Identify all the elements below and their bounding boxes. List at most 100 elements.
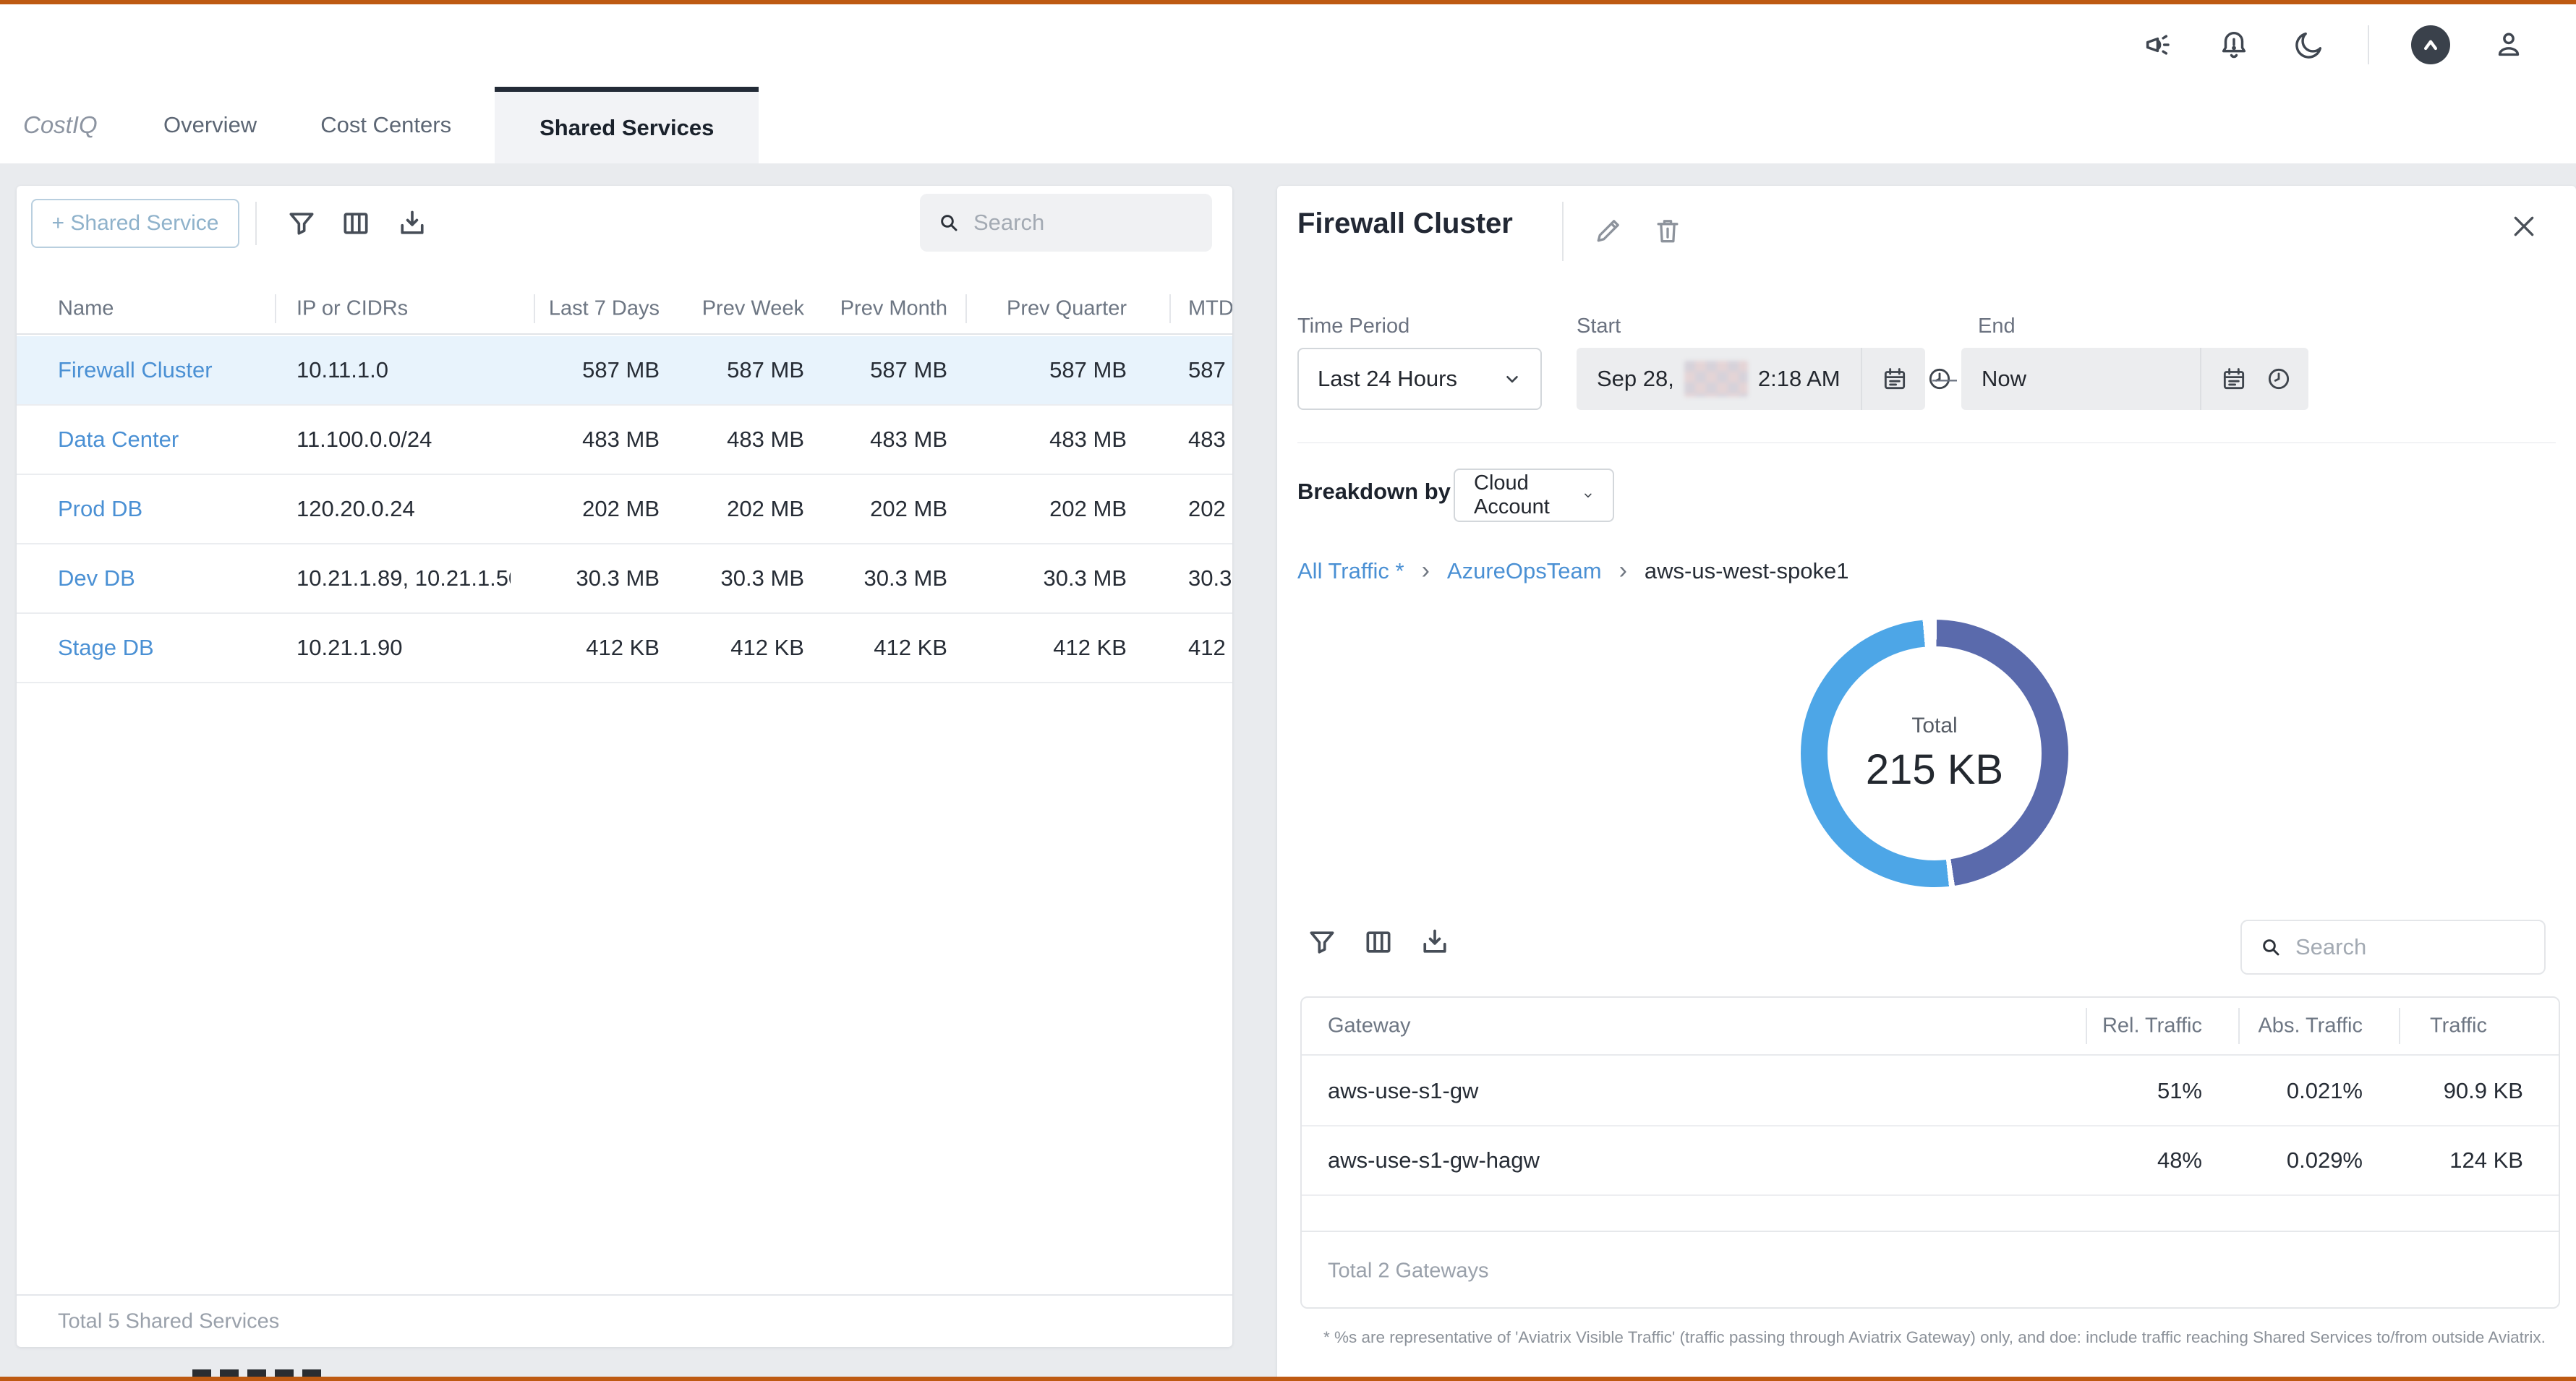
end-datetime-input[interactable]: Now [1961,348,2308,410]
download-icon[interactable] [1419,926,1451,958]
shared-service-link[interactable]: Stage DB [58,635,154,661]
column-header-mtd[interactable]: MTD [1188,297,1232,321]
column-header-prev-quarter[interactable]: Prev Quarter [982,297,1127,321]
prev-month-cell: 30.3 MB [803,565,947,591]
columns-icon[interactable] [1362,926,1394,958]
prev-quarter-cell: 483 MB [982,427,1127,453]
range-separator: — [1928,348,1961,410]
header-icon-bar [2142,22,2525,68]
gateway-search [2240,920,2546,975]
search-input[interactable] [973,210,1195,236]
title-divider [1562,202,1564,261]
gateway-name-cell: aws-use-s1-gw-hagw [1328,1147,1540,1173]
column-header-last-7-days[interactable]: Last 7 Days [515,297,660,321]
aviatrix-logo[interactable] [2411,25,2450,64]
prev-month-cell: 412 KB [803,635,947,661]
column-header-name[interactable]: Name [58,297,114,321]
shared-services-table-header: Name IP or CIDRs Last 7 Days Prev Week P… [17,284,1232,335]
table-row-data-center[interactable]: Data Center 11.100.0.0/24 483 MB 483 MB … [17,406,1232,475]
abs-traffic-cell: 0.029% [2218,1147,2363,1173]
breakdown-select[interactable]: Cloud Account [1454,469,1614,522]
tab-overview[interactable]: Overview [132,112,289,138]
column-header-gateway[interactable]: Gateway [1328,1014,1410,1038]
gateway-table-header: Gateway Rel. Traffic Abs. Traffic Traffi… [1302,998,2559,1056]
tab-shared-services[interactable]: Shared Services [495,87,759,163]
column-header-rel-traffic[interactable]: Rel. Traffic [2057,1014,2202,1038]
breadcrumb-azureopsteam[interactable]: AzureOpsTeam [1447,558,1602,584]
last-7-days-cell: 202 MB [515,496,660,522]
window-bottom-border [0,1377,2576,1381]
prev-week-cell: 483 MB [660,427,804,453]
shared-service-link[interactable]: Dev DB [58,565,135,591]
delete-icon[interactable] [1652,215,1684,247]
clock-icon[interactable] [2265,365,2293,393]
search-icon [937,211,960,234]
shared-service-link[interactable]: Prod DB [58,496,142,522]
ip-cell: 11.100.0.0/24 [297,427,511,453]
prev-week-cell: 412 KB [660,635,804,661]
user-profile-icon[interactable] [2492,28,2525,61]
column-header-ip[interactable]: IP or CIDRs [297,297,408,321]
shared-service-link[interactable]: Data Center [58,427,179,453]
close-icon[interactable] [2509,212,2538,241]
shared-services-search [920,194,1212,252]
donut-total-label: Total [1911,714,1957,738]
table-footer: Total 5 Shared Services [17,1294,1232,1347]
prev-quarter-cell: 30.3 MB [982,565,1127,591]
search-input[interactable] [2295,934,2527,960]
clipped-bottom-artifact [192,1369,330,1377]
filter-icon[interactable] [286,208,317,239]
end-label: End [1978,315,2016,338]
redacted-date-fragment [1684,361,1748,397]
column-header-prev-week[interactable]: Prev Week [660,297,804,321]
time-period-select[interactable]: Last 24 Hours [1297,348,1542,410]
column-header-traffic[interactable]: Traffic [2379,1014,2523,1038]
donut-chart: Total 215 KB [1801,620,2068,887]
table-row-dev-db[interactable]: Dev DB 10.21.1.89, 10.21.1.50 30.3 MB 30… [17,544,1232,614]
columns-icon[interactable] [340,208,372,239]
time-period-value: Last 24 Hours [1318,366,1457,392]
calendar-icon[interactable] [2220,365,2248,393]
shared-service-link[interactable]: Firewall Cluster [58,357,213,383]
rel-traffic-cell: 51% [2057,1078,2202,1104]
start-label: Start [1577,315,1621,338]
last-7-days-cell: 412 KB [515,635,660,661]
costiq-brand: CostIQ [23,111,132,139]
abs-traffic-cell: 0.021% [2218,1078,2363,1104]
breadcrumb-current: aws-us-west-spoke1 [1645,558,1849,584]
table-row-prod-db[interactable]: Prod DB 120.20.0.24 202 MB 202 MB 202 MB… [17,475,1232,544]
breadcrumb-separator: › [1619,557,1627,585]
start-datetime-input[interactable]: Sep 28, 2:18 AM [1577,348,1925,410]
gateway-toolbar [1306,926,1451,958]
add-shared-service-button[interactable]: + Shared Service [31,199,239,248]
last-7-days-cell: 587 MB [515,357,660,383]
mtd-cell: 30.3 MB [1188,565,1232,591]
column-header-prev-month[interactable]: Prev Month [803,297,947,321]
filter-icon[interactable] [1306,926,1338,958]
toolbar-divider [255,202,257,245]
last-7-days-cell: 483 MB [515,427,660,453]
tab-cost-centers[interactable]: Cost Centers [289,112,483,138]
gateway-row[interactable]: aws-use-s1-gw 51% 0.021% 90.9 KB [1302,1057,2559,1126]
header-divider [2368,25,2369,64]
shared-services-panel: + Shared Service Name IP or CIDRs Last 7… [17,186,1232,1347]
total-shared-services-label: Total 5 Shared Services [58,1309,279,1333]
prev-quarter-cell: 587 MB [982,357,1127,383]
download-icon[interactable] [396,208,428,239]
table-row-stage-db[interactable]: Stage DB 10.21.1.90 412 KB 412 KB 412 KB… [17,614,1232,683]
calendar-icon[interactable] [1881,365,1908,393]
table-row-firewall-cluster[interactable]: Firewall Cluster 10.11.1.0 587 MB 587 MB… [17,336,1232,406]
prev-month-cell: 483 MB [803,427,947,453]
gateway-row[interactable]: aws-use-s1-gw-hagw 48% 0.029% 124 KB [1302,1126,2559,1196]
prev-quarter-cell: 412 KB [982,635,1127,661]
chevron-down-icon [1503,369,1522,388]
breadcrumb-all-traffic[interactable]: All Traffic * [1297,558,1404,584]
dark-mode-icon[interactable] [2293,28,2326,61]
announcements-icon[interactable] [2142,28,2175,61]
edit-icon[interactable] [1592,215,1624,247]
notifications-icon[interactable] [2217,28,2251,61]
column-header-abs-traffic[interactable]: Abs. Traffic [2218,1014,2363,1038]
donut-center: Total 215 KB [1827,646,2042,860]
breakdown-by-label: Breakdown by [1297,479,1451,505]
start-date-text: Sep 28, [1597,366,1674,392]
